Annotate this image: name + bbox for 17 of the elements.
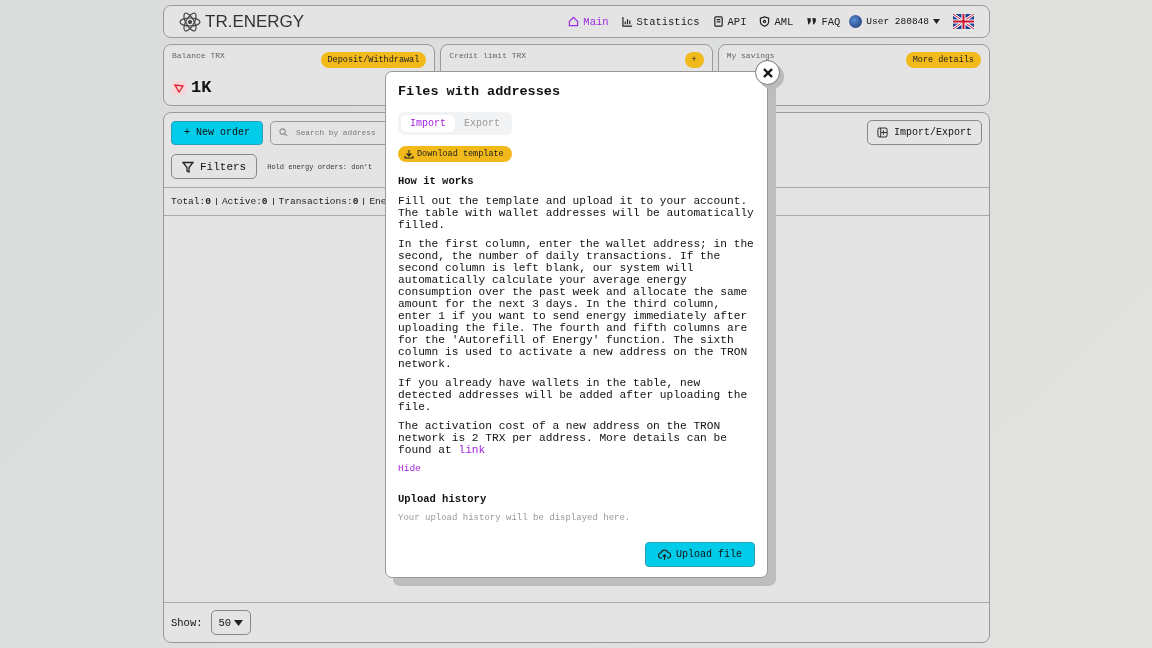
card-label: Credit limit TRX <box>449 51 527 60</box>
dialog-title: Files with addresses <box>398 84 562 99</box>
instruction-paragraph: Fill out the template and upload it to your account. The table with wallet addresses will be automatically filled. <box>398 195 755 231</box>
card-label: My savings <box>726 51 775 60</box>
show-label: Show: <box>171 616 203 629</box>
section-heading: Upload history <box>398 493 488 505</box>
stat-text: Total:0 <box>171 196 211 207</box>
instruction-paragraph: In the first column, enter the wallet address; in the second, the number of daily transactions. If the second column is left blank, our system will automatically calculate your average energy consumption over the past week and allocate the same amount for the next 3 days. In the third column, enter 1 if you want to send energy immediately after uploading the file. The fourth and fifth columns are for the 'Autorefill of Energy' function. The sixth column is used to activate a new address on the TRON network. <box>398 238 755 370</box>
stat-text: Active:0 <box>221 196 268 207</box>
empty-history-text: Your upload history will be displayed here. <box>398 512 632 524</box>
balance-value: 1K <box>191 78 212 97</box>
logo-text: TR.ENERGY <box>205 11 305 32</box>
instruction-paragraph: If you already have wallets in the table, new detected addresses will be added after uploading the file. <box>398 377 749 413</box>
card-label: Balance TRX <box>172 51 225 60</box>
instruction-paragraph: The activation cost of a new address on the TRON network is 2 TRX per address. More details can be found at link <box>398 420 728 456</box>
section-heading: How it works <box>398 175 475 187</box>
stat-text: Transactions:0 <box>278 196 359 207</box>
